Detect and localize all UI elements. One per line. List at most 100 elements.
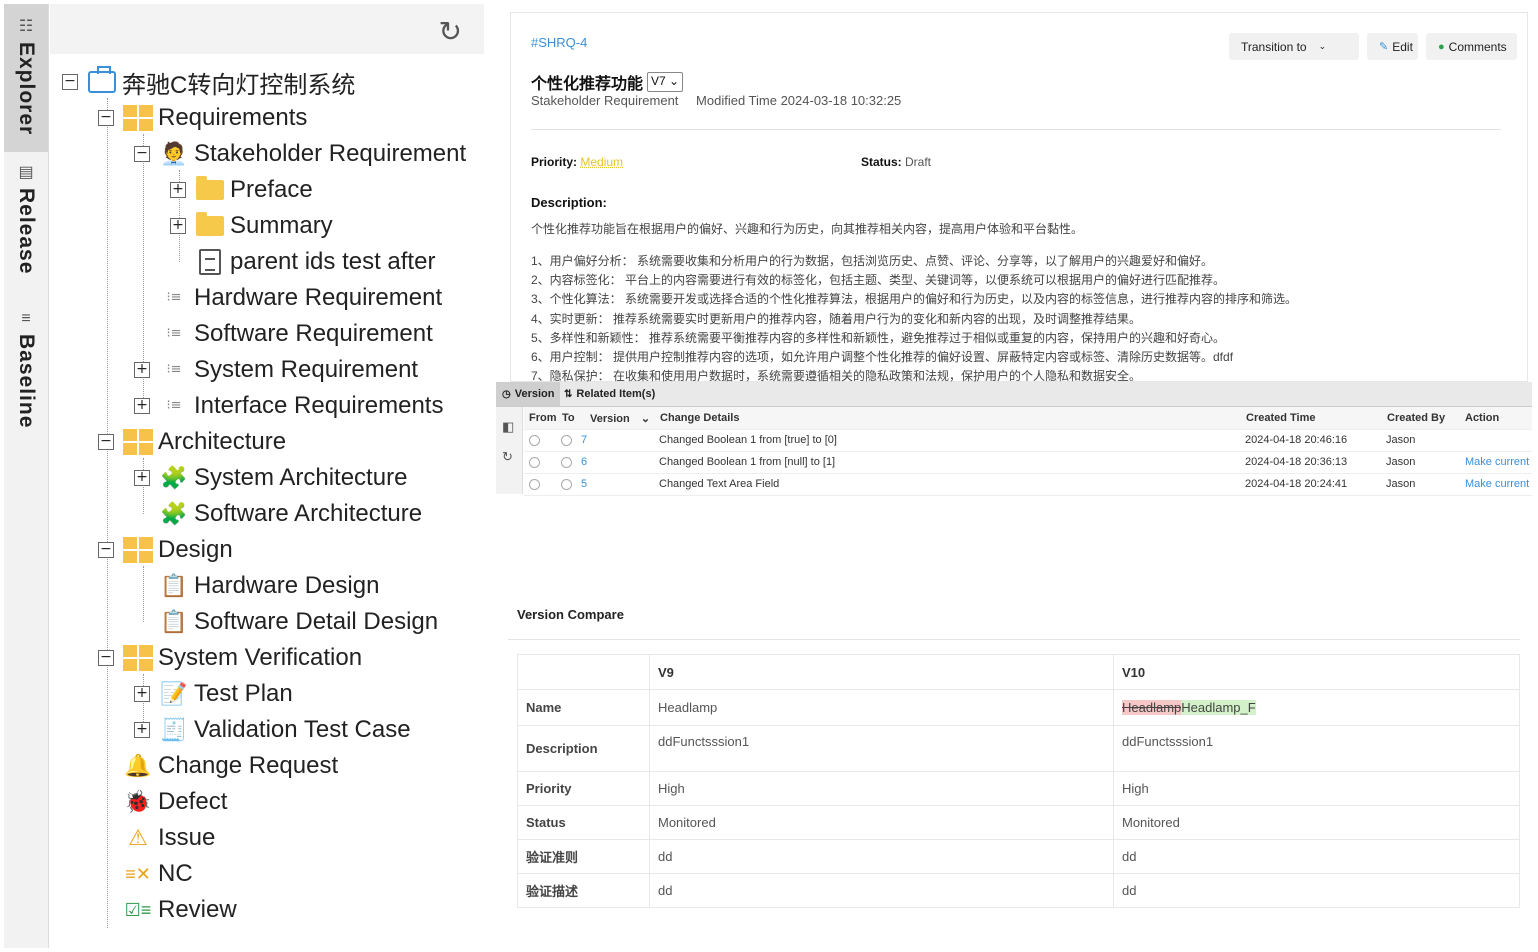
priority-label: Priority: bbox=[531, 155, 578, 169]
tree-node-validation-test-case[interactable]: + 🧾 Validation Test Case bbox=[134, 712, 411, 748]
to-radio[interactable] bbox=[561, 479, 572, 490]
description-intro: 个性化推荐功能旨在根据用户的偏好、兴趣和行为历史，向其推荐相关内容，提高用户体验… bbox=[531, 222, 1084, 236]
tab-version[interactable]: ◷ Version bbox=[496, 382, 561, 406]
from-radio[interactable] bbox=[529, 479, 540, 490]
tree-node-summary[interactable]: + Summary bbox=[170, 208, 333, 244]
item-id-link[interactable]: #SHRQ-4 bbox=[531, 35, 587, 50]
compare-right-value: dd bbox=[1113, 873, 1520, 908]
make-current-link[interactable]: Make current bbox=[1465, 478, 1529, 490]
tree-node-issue[interactable]: ⚠ Issue bbox=[98, 820, 215, 856]
tree-node-software-requirement[interactable]: ⁝≡ Software Requirement bbox=[134, 316, 432, 352]
tree-toolbar: ↻ bbox=[50, 4, 484, 54]
tree-node-parent-ids[interactable]: parent ids test after bbox=[170, 244, 435, 280]
compare-field: Name bbox=[517, 689, 650, 726]
tab-release[interactable]: ▤ Release bbox=[4, 164, 48, 274]
comments-button[interactable]: ● Comments bbox=[1426, 33, 1517, 60]
version-link[interactable]: 6 bbox=[581, 456, 587, 468]
expand-icon[interactable]: + bbox=[134, 470, 150, 486]
refresh-icon[interactable]: ↻ bbox=[502, 449, 513, 465]
folder-icon bbox=[194, 176, 226, 204]
transition-button[interactable]: Transition to ⌄ bbox=[1229, 33, 1359, 60]
test-plan-icon: 📝 bbox=[160, 681, 188, 706]
compare-field: Priority bbox=[517, 771, 650, 806]
compare-field: Status bbox=[517, 805, 650, 840]
col-to: To bbox=[562, 412, 575, 424]
tree-node-hardware-requirement[interactable]: ⁝≡ Hardware Requirement bbox=[134, 280, 442, 316]
tree-node-defect[interactable]: 🐞 Defect bbox=[98, 784, 227, 820]
from-radio[interactable] bbox=[529, 435, 540, 446]
expand-icon[interactable]: + bbox=[134, 398, 150, 414]
tree-node-system-verification[interactable]: − System Verification bbox=[98, 640, 362, 676]
compare-left-value: Monitored bbox=[649, 805, 1114, 840]
tree-node-software-detail-design[interactable]: 📋 Software Detail Design bbox=[134, 604, 438, 640]
tree-node-system-architecture[interactable]: + 🧩 System Architecture bbox=[134, 460, 407, 496]
priority-value[interactable]: Medium bbox=[580, 155, 623, 169]
collapse-icon[interactable]: − bbox=[98, 434, 114, 450]
version-link[interactable]: 7 bbox=[581, 434, 587, 446]
tree-node-test-plan[interactable]: + 📝 Test Plan bbox=[134, 676, 293, 712]
expand-icon[interactable]: + bbox=[134, 686, 150, 702]
version-select[interactable]: V7 ⌄ bbox=[647, 72, 684, 92]
tree-node-root[interactable]: − 奔驰C转向灯控制系统 bbox=[62, 64, 355, 100]
created-time: 2024-04-18 20:36:13 bbox=[1245, 456, 1348, 468]
tree-node-software-architecture[interactable]: 🧩 Software Architecture bbox=[134, 496, 422, 532]
explorer-panel: ↻ − 奔驰C转向灯控制系统 − Requirements − 🧑‍💼 Stak… bbox=[50, 4, 484, 948]
tree-node-nc[interactable]: ≡✕ NC bbox=[98, 856, 192, 892]
collapse-icon[interactable]: − bbox=[134, 146, 150, 162]
tree-node-interface-requirements[interactable]: + ⁝≡ Interface Requirements bbox=[134, 388, 443, 424]
collapse-icon[interactable]: − bbox=[98, 110, 114, 126]
tree-node-review[interactable]: ☑≡ Review bbox=[98, 892, 237, 928]
compare-right-value: Monitored bbox=[1113, 805, 1520, 840]
description-line: 4、实时更新： 推荐系统需要实时更新用户的推荐内容，随着用户行为的变化和新内容的… bbox=[531, 311, 1142, 326]
version-select-value: V7 bbox=[651, 74, 666, 88]
make-current-link[interactable]: Make current bbox=[1465, 456, 1529, 468]
refresh-icon[interactable]: ↻ bbox=[439, 15, 462, 48]
clipboard-icon: ▤ bbox=[18, 164, 34, 181]
tab-related-items[interactable]: ⇅ Related Item(s) bbox=[558, 382, 661, 406]
expand-icon[interactable]: + bbox=[134, 722, 150, 738]
project-briefcase-icon bbox=[86, 66, 118, 96]
tab-baseline[interactable]: ≡ Baseline bbox=[4, 310, 48, 428]
divider bbox=[531, 129, 1501, 130]
tree-node-label: 奔驰C转向灯控制系统 bbox=[122, 71, 356, 99]
tree-node-hardware-design[interactable]: 📋 Hardware Design bbox=[134, 568, 379, 604]
col-created-time[interactable]: Created Time bbox=[1246, 412, 1316, 424]
collapse-icon[interactable]: − bbox=[98, 542, 114, 558]
tree-node-requirements[interactable]: − Requirements bbox=[98, 100, 307, 136]
expand-icon[interactable]: + bbox=[134, 362, 150, 378]
col-version[interactable]: Version ⌄ bbox=[590, 412, 650, 425]
to-radio[interactable] bbox=[561, 435, 572, 446]
compare-field: 验证描述 bbox=[517, 873, 650, 908]
history-tabs: ◷ Version ⇅ Related Item(s) bbox=[496, 382, 1532, 407]
change-details: Changed Boolean 1 from [null] to [1] bbox=[659, 456, 836, 468]
compare-field: Description bbox=[517, 725, 650, 772]
tab-explorer[interactable]: ☷ Explorer bbox=[4, 4, 48, 152]
tree-node-label: Test Plan bbox=[194, 680, 293, 707]
table-header: From To Version ⌄ Change Details Created… bbox=[524, 407, 1532, 430]
tab-explorer-label: Explorer bbox=[15, 42, 38, 136]
tree-node-architecture[interactable]: − Architecture bbox=[98, 424, 286, 460]
tree-node-design[interactable]: − Design bbox=[98, 532, 233, 568]
edit-button[interactable]: ✎ Edit bbox=[1367, 33, 1418, 60]
tree-node-system-requirement[interactable]: + ⁝≡ System Requirement bbox=[134, 352, 418, 388]
tree-node-change-request[interactable]: 🔔 Change Request bbox=[98, 748, 338, 784]
tree-node-preface[interactable]: + Preface bbox=[170, 172, 313, 208]
to-radio[interactable] bbox=[561, 457, 572, 468]
version-compare-title: Version Compare bbox=[517, 607, 624, 622]
table-row: 6 Changed Boolean 1 from [null] to [1] 2… bbox=[524, 451, 1532, 474]
module-grid-icon bbox=[122, 428, 154, 456]
collapse-icon[interactable]: − bbox=[98, 650, 114, 666]
compare-right-value: High bbox=[1113, 771, 1520, 806]
tree-node-label: Summary bbox=[230, 212, 333, 239]
tree-node-stakeholder-requirement[interactable]: − 🧑‍💼 Stakeholder Requirement bbox=[134, 136, 466, 172]
from-radio[interactable] bbox=[529, 457, 540, 468]
collapse-icon[interactable]: − bbox=[62, 74, 78, 90]
compare-icon[interactable]: ◧ bbox=[502, 419, 514, 435]
version-link[interactable]: 5 bbox=[581, 478, 587, 490]
expand-icon[interactable]: + bbox=[170, 218, 186, 234]
compare-row-verification-description: 验证描述 dd dd bbox=[517, 873, 1520, 908]
comment-icon: ● bbox=[1438, 40, 1445, 53]
created-by: Jason bbox=[1386, 434, 1416, 446]
expand-icon[interactable]: + bbox=[170, 182, 186, 198]
col-created-by[interactable]: Created By bbox=[1387, 412, 1445, 424]
